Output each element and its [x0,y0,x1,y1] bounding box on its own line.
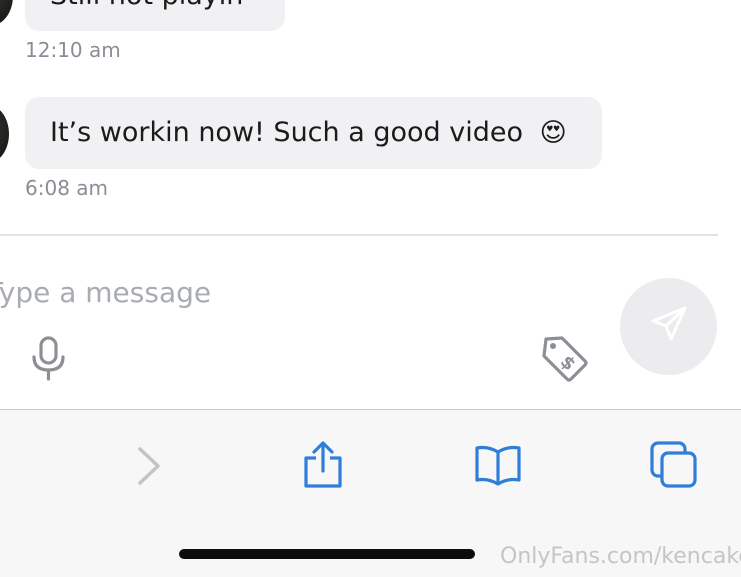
message-text: It’s workin now! Such a good video [50,117,524,148]
send-button[interactable] [620,278,717,375]
forward-chevron-icon[interactable] [136,446,162,491]
tabs-icon[interactable] [648,440,700,495]
message-bubble: Still not playin [25,0,285,31]
bookmarks-icon[interactable] [474,444,522,491]
message-text: Still not playin [25,0,243,11]
microphone-icon[interactable] [28,336,70,382]
message-timestamp: 6:08 am [25,176,109,200]
message-timestamp: 12:10 am [25,38,121,62]
share-icon[interactable] [302,440,344,495]
sender-avatar[interactable] [0,104,9,164]
watermark: OnlyFans.com/kencake [500,544,741,569]
home-indicator[interactable] [179,549,475,559]
heart-eyes-emoji: 😍 [539,118,567,148]
message-input[interactable] [0,272,576,312]
paper-plane-icon [649,304,689,349]
sender-avatar[interactable] [0,0,13,26]
price-tag-dollar-icon[interactable]: $ [538,334,590,384]
composer-divider [0,234,718,236]
chat-thread: Still not playin 12:10 am It’s workin no… [0,0,741,410]
message-bubble: It’s workin now! Such a good video 😍 [25,97,602,169]
